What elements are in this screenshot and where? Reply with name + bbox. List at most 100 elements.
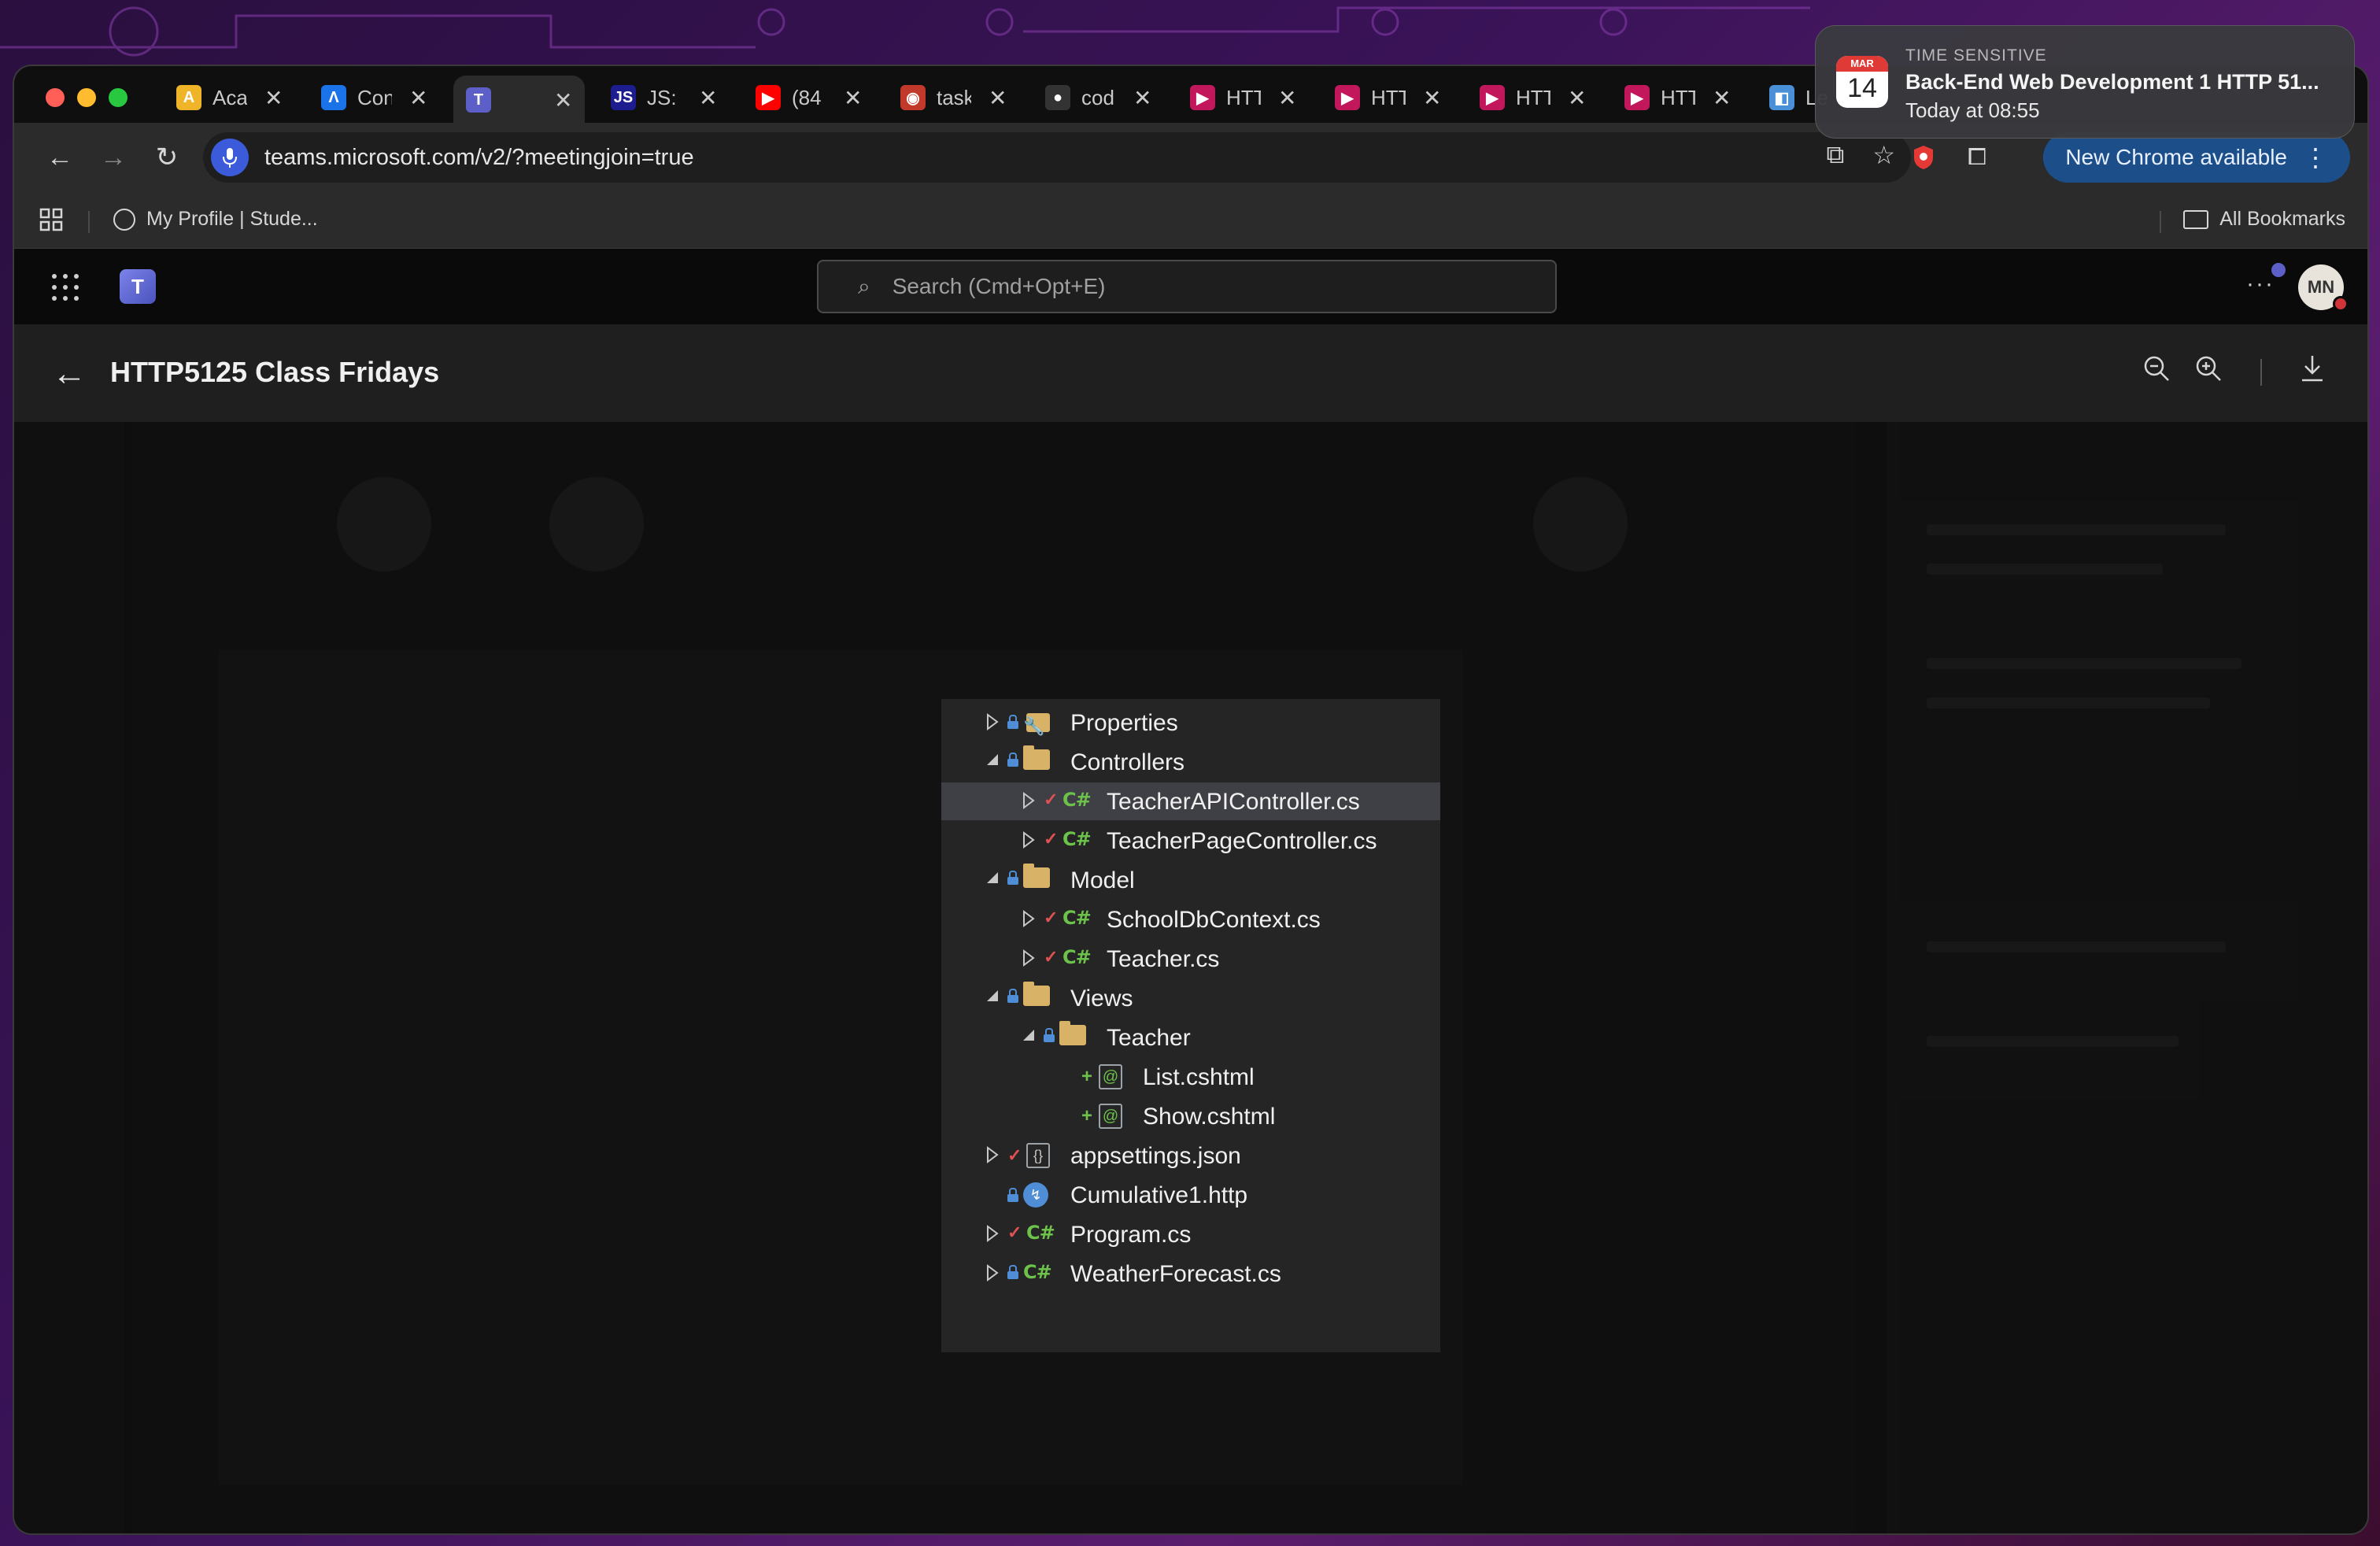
zoom-window-button[interactable] xyxy=(109,88,128,107)
tree-item[interactable]: ↯ Cumulative1.http xyxy=(941,1176,1440,1214)
close-tab-icon[interactable]: ✕ xyxy=(1133,85,1151,111)
browser-tab[interactable]: Λ Con ✕ xyxy=(309,76,440,120)
minimize-window-button[interactable] xyxy=(77,88,96,107)
reload-icon: ↻ xyxy=(155,142,179,172)
search-input[interactable]: ⌕ Search (Cmd+Opt+E) xyxy=(817,260,1557,313)
browser-tab[interactable]: ◉ task ✕ xyxy=(888,76,1019,120)
tree-item[interactable]: + @ Show.cshtml xyxy=(941,1097,1440,1135)
close-tab-icon[interactable]: ✕ xyxy=(1568,85,1586,111)
tab-favicon-icon: ▶ xyxy=(1190,85,1215,110)
tree-item[interactable]: ✓ C# Teacher.cs xyxy=(941,940,1440,978)
tree-item[interactable]: 🔧 Properties xyxy=(941,704,1440,742)
tree-item[interactable]: ✓ C# TeacherAPIController.cs xyxy=(941,782,1440,820)
close-tab-icon[interactable]: ✕ xyxy=(409,85,427,111)
tab-title: (84 xyxy=(792,85,822,109)
chevron-expanded-icon[interactable] xyxy=(1022,1028,1036,1046)
forward-button[interactable]: → xyxy=(94,139,132,176)
tree-item-label: WeatherForecast.cs xyxy=(1070,1261,1281,1287)
close-window-button[interactable] xyxy=(46,88,65,107)
close-tab-icon[interactable]: ✕ xyxy=(264,85,283,111)
chevron-collapsed-icon[interactable] xyxy=(985,713,1000,734)
notification-title: Back-End Web Development 1 HTTP 51... xyxy=(1905,70,2319,94)
vcs-lock-icon xyxy=(1007,871,1018,885)
url-text[interactable]: teams.microsoft.com/v2/?meetingjoin=true xyxy=(264,145,694,171)
reload-button[interactable]: ↻ xyxy=(148,139,186,176)
tab-favicon-icon: ● xyxy=(1045,85,1070,110)
tree-item[interactable]: C# WeatherForecast.cs xyxy=(941,1255,1440,1293)
extension-shield-icon[interactable] xyxy=(1903,137,1944,178)
close-tab-icon[interactable]: ✕ xyxy=(699,85,717,111)
browser-tab[interactable]: ▶ (84 ✕ xyxy=(743,76,874,120)
browser-tab[interactable]: JS JS: ✕ xyxy=(598,76,730,120)
bookmarks-bar: My Profile | Stude... All Bookmarks xyxy=(14,192,2367,249)
download-icon[interactable] xyxy=(2300,354,2325,390)
tab-favicon-icon: JS xyxy=(611,85,636,110)
tab-favicon-icon: T xyxy=(466,87,491,113)
chevron-expanded-icon[interactable] xyxy=(985,989,1000,1007)
puzzle-icon[interactable]: ⧠ xyxy=(1957,137,1998,178)
microphone-icon[interactable] xyxy=(211,139,249,176)
install-app-icon[interactable]: ⧉ xyxy=(1826,140,1844,170)
chevron-collapsed-icon[interactable] xyxy=(1022,949,1036,971)
tree-item-label: Controllers xyxy=(1070,749,1185,775)
more-options-icon[interactable]: ··· xyxy=(2246,271,2275,298)
tree-item[interactable]: Controllers xyxy=(941,743,1440,781)
close-tab-icon[interactable]: ✕ xyxy=(1278,85,1296,111)
chevron-expanded-icon[interactable] xyxy=(985,753,1000,771)
tree-item-label: Properties xyxy=(1070,710,1178,736)
bookmark-my-profile[interactable]: My Profile | Stude... xyxy=(113,208,318,231)
tree-item-label: Teacher xyxy=(1107,1025,1191,1051)
chevron-collapsed-icon[interactable] xyxy=(985,1225,1000,1246)
close-tab-icon[interactable]: ✕ xyxy=(554,87,572,113)
tree-item-icons: ✓ C# xyxy=(1044,946,1092,968)
tree-item[interactable]: ✓{} appsettings.json xyxy=(941,1137,1440,1174)
tree-item[interactable]: + @ List.cshtml xyxy=(941,1058,1440,1096)
browser-tab[interactable]: A Aca ✕ xyxy=(164,76,295,120)
bookmark-star-icon[interactable]: ☆ xyxy=(1872,140,1895,170)
vcs-lock-icon xyxy=(1007,989,1018,1003)
chevron-collapsed-icon[interactable] xyxy=(985,1146,1000,1167)
calendar-notification[interactable]: MAR 14 TIME SENSITIVE Back-End Web Devel… xyxy=(1815,25,2355,139)
close-tab-icon[interactable]: ✕ xyxy=(989,85,1007,111)
back-arrow-icon[interactable]: ← xyxy=(52,354,87,394)
tab-title: HTT xyxy=(1661,85,1695,109)
browser-tab[interactable]: ● cod ✕ xyxy=(1033,76,1164,120)
chrome-update-button[interactable]: New Chrome available ⋮ xyxy=(2043,132,2350,183)
tree-item[interactable]: ✓ C# SchoolDbContext.cs xyxy=(941,901,1440,938)
close-tab-icon[interactable]: ✕ xyxy=(1423,85,1441,111)
csharp-file-icon: C# xyxy=(1062,907,1092,929)
folder-icon xyxy=(1023,864,1050,888)
browser-tab[interactable]: ▶ HTT ✕ xyxy=(1467,76,1598,120)
tree-item[interactable]: ✓ C# Program.cs xyxy=(941,1215,1440,1253)
browser-tab[interactable]: ▶ HTT ✕ xyxy=(1177,76,1309,120)
chevron-expanded-icon[interactable] xyxy=(985,871,1000,889)
tree-item[interactable]: Model xyxy=(941,861,1440,899)
all-bookmarks-button[interactable]: All Bookmarks xyxy=(2183,208,2345,231)
vcs-added-icon: + xyxy=(1081,1066,1092,1087)
vcs-lock-icon xyxy=(1007,1265,1018,1279)
tree-item-label: Teacher.cs xyxy=(1107,946,1220,972)
properties-folder-icon: 🔧 xyxy=(1023,710,1050,736)
tree-item[interactable]: Teacher xyxy=(941,1019,1440,1056)
tree-item[interactable]: ✓ C# TeacherPageController.cs xyxy=(941,822,1440,860)
close-tab-icon[interactable]: ✕ xyxy=(844,85,862,111)
search-icon: ⌕ xyxy=(858,273,870,298)
tree-item[interactable]: Views xyxy=(941,979,1440,1017)
address-bar[interactable]: teams.microsoft.com/v2/?meetingjoin=true… xyxy=(203,132,1911,183)
csharp-file-icon: C# xyxy=(1023,1261,1052,1283)
app-launcher-icon[interactable] xyxy=(52,274,80,302)
chevron-collapsed-icon[interactable] xyxy=(1022,910,1036,931)
apps-grid-icon[interactable] xyxy=(39,208,63,231)
tab-title: HTT xyxy=(1371,85,1406,109)
browser-tab[interactable]: ▶ HTT ✕ xyxy=(1322,76,1454,120)
chevron-collapsed-icon[interactable] xyxy=(1022,792,1036,813)
zoom-out-icon[interactable] xyxy=(2142,354,2171,390)
tab-favicon-icon: ◧ xyxy=(1769,85,1794,110)
chevron-collapsed-icon[interactable] xyxy=(1022,831,1036,853)
browser-tab[interactable]: T ✕ xyxy=(453,76,586,124)
browser-tab[interactable]: ▶ HTT ✕ xyxy=(1612,76,1743,120)
close-tab-icon[interactable]: ✕ xyxy=(1713,85,1731,111)
zoom-in-icon[interactable] xyxy=(2194,354,2223,390)
back-button[interactable]: ← xyxy=(41,139,79,176)
chevron-collapsed-icon[interactable] xyxy=(985,1264,1000,1285)
